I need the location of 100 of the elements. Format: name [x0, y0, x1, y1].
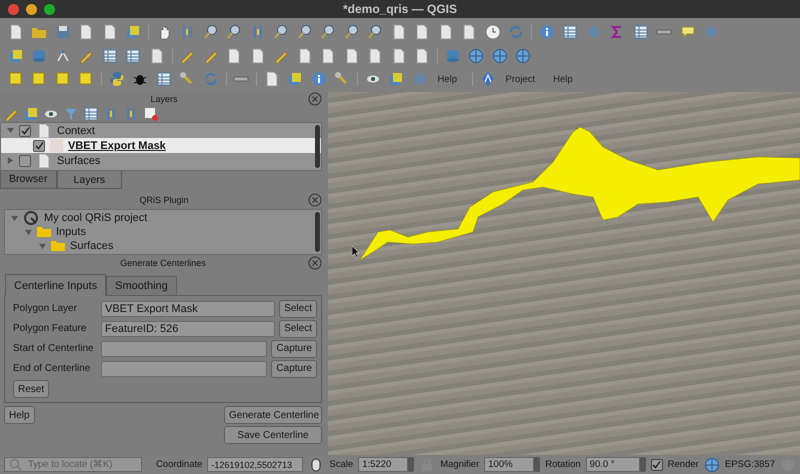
toolbar-menu-button[interactable]: Help — [432, 74, 470, 85]
page-icon[interactable] — [414, 48, 430, 64]
info-icon[interactable] — [538, 24, 555, 40]
zoom-in-icon[interactable] — [202, 24, 219, 40]
save-icon[interactable] — [54, 24, 71, 40]
dialog-tab[interactable]: Centerline Inputs — [5, 274, 106, 296]
text-field[interactable]: VBET Export Mask — [101, 300, 276, 316]
capture-button[interactable]: Capture — [271, 360, 317, 378]
page-icon[interactable] — [148, 48, 165, 64]
expanded-arrow-icon[interactable] — [11, 214, 18, 222]
magnifier-field[interactable]: 100% — [484, 457, 534, 472]
page-icon[interactable] — [414, 24, 430, 40]
page-icon[interactable] — [438, 24, 454, 40]
crs-button[interactable]: EPSG:3857 — [724, 459, 775, 470]
rotation-field[interactable]: 90.0 ° — [586, 457, 640, 472]
select-icon[interactable] — [8, 71, 24, 88]
panel-tab[interactable]: Layers — [56, 170, 122, 189]
grid-icon[interactable] — [125, 48, 142, 64]
tree-label: VBET Export Mask — [68, 140, 166, 152]
layer-icon[interactable] — [388, 71, 404, 88]
checkbox[interactable] — [19, 124, 31, 136]
dialog-tab[interactable]: Smoothing — [106, 276, 177, 295]
minimize-window-button[interactable] — [26, 4, 37, 14]
maximize-window-button[interactable] — [44, 4, 55, 14]
page-icon[interactable] — [102, 24, 118, 40]
zoom-icon[interactable] — [273, 24, 290, 40]
remove-layer-icon[interactable] — [143, 106, 159, 122]
page-icon[interactable] — [320, 48, 336, 64]
render-checkbox[interactable] — [650, 458, 663, 470]
polygon-feature[interactable] — [360, 126, 800, 260]
tree-row[interactable]: Context — [1, 123, 321, 138]
capture-button[interactable]: Capture — [271, 340, 317, 358]
layers-icon[interactable] — [125, 24, 142, 40]
page-icon[interactable] — [344, 48, 360, 64]
globe-icon[interactable] — [468, 48, 484, 64]
select-button[interactable]: Select — [279, 320, 317, 338]
scrollbar[interactable] — [315, 125, 320, 168]
close-window-button[interactable] — [8, 4, 19, 14]
speech-bubble-icon[interactable] — [680, 24, 696, 40]
save-centerline-button[interactable]: Save Centerline — [224, 426, 322, 444]
new-page-icon[interactable] — [8, 24, 24, 40]
table-icon[interactable] — [632, 24, 649, 40]
clock-icon[interactable] — [484, 24, 501, 40]
zoom-icon[interactable] — [367, 24, 384, 40]
close-icon[interactable] — [307, 91, 323, 107]
text-field[interactable] — [101, 340, 268, 356]
toolbar-menu-button[interactable]: Project — [500, 74, 548, 85]
help-button[interactable]: Help — [4, 406, 35, 424]
locate-field[interactable]: Type to locate (⌘K) — [4, 457, 142, 472]
page-icon[interactable] — [250, 48, 266, 64]
tree-row[interactable]: Surfaces — [1, 153, 321, 168]
tree-row[interactable]: My cool QRiS project — [5, 211, 321, 225]
zoom-icon[interactable] — [320, 24, 336, 40]
select-icon[interactable] — [31, 71, 48, 88]
globe-icon[interactable] — [515, 48, 532, 64]
expanded-arrow-icon[interactable] — [25, 228, 32, 236]
text-field[interactable] — [101, 360, 268, 376]
info-icon[interactable] — [310, 71, 327, 88]
grid-icon[interactable] — [102, 48, 118, 64]
page-icon[interactable] — [390, 48, 407, 64]
tree-row[interactable]: VBET Export Mask — [1, 138, 321, 153]
generate-centerline-button[interactable]: Generate Centerline — [224, 406, 322, 424]
select-icon[interactable] — [54, 71, 71, 88]
scrollbar[interactable] — [315, 212, 320, 252]
layer-icon[interactable] — [287, 71, 304, 88]
toolbar-menu-button[interactable]: Help — [547, 74, 585, 85]
add-group-icon[interactable] — [23, 106, 39, 122]
close-icon[interactable] — [307, 255, 323, 271]
tree-row[interactable]: Surfaces — [5, 239, 321, 253]
page-icon[interactable] — [390, 24, 407, 40]
select-button[interactable]: Select — [279, 300, 317, 318]
checkbox[interactable] — [19, 154, 31, 166]
select-icon[interactable] — [78, 71, 94, 88]
page-icon[interactable] — [461, 24, 478, 40]
page-icon[interactable] — [226, 48, 242, 64]
close-icon[interactable] — [307, 192, 323, 208]
panel-tab[interactable]: Browser — [0, 171, 57, 189]
table-icon[interactable] — [562, 24, 578, 40]
zoom-out-icon[interactable] — [226, 24, 242, 40]
expanded-arrow-icon[interactable] — [7, 127, 14, 134]
expanded-arrow-icon[interactable] — [39, 242, 46, 250]
python-icon[interactable] — [108, 71, 125, 88]
add-layer-icon[interactable] — [8, 48, 24, 64]
app-logo-icon[interactable] — [480, 71, 496, 88]
coordinate-field[interactable]: -12619102,5502713 — [207, 457, 304, 472]
globe-icon[interactable] — [492, 48, 508, 64]
zoom-icon[interactable] — [344, 24, 360, 40]
page-icon[interactable] — [296, 48, 313, 64]
page-icon[interactable] — [78, 24, 94, 40]
vertex-icon[interactable] — [54, 48, 71, 64]
checkbox[interactable] — [33, 140, 45, 152]
globe-icon[interactable] — [704, 456, 720, 472]
page-icon[interactable] — [367, 48, 384, 64]
reset-button[interactable]: Reset — [13, 380, 50, 398]
scale-field[interactable]: 1:5220 — [358, 457, 408, 472]
tree-row[interactable]: Inputs — [5, 225, 321, 239]
zoom-icon[interactable] — [296, 24, 313, 40]
page-icon[interactable] — [264, 71, 280, 88]
collapsed-arrow-icon[interactable] — [7, 157, 14, 164]
text-field[interactable]: FeatureID: 526 — [101, 320, 276, 336]
